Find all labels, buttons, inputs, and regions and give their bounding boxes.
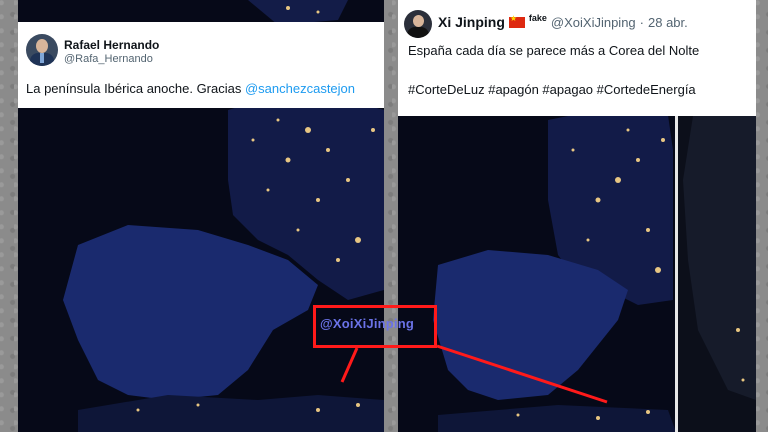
highlight-box xyxy=(313,305,437,348)
right-tweet-screenshot: Xi Jinping fake @XoiXiJinping · 28 abr. … xyxy=(398,0,756,432)
tweet-body: La península Ibérica anoche. Gracias xyxy=(26,81,245,96)
mention-link[interactable]: @sanchezcastejon xyxy=(245,81,355,96)
separator-dot: · xyxy=(639,14,644,30)
author-line: Xi Jinping fake @XoiXiJinping · 28 abr. xyxy=(438,13,688,30)
tweet-date[interactable]: 28 abr. xyxy=(648,15,688,30)
rafael-hernando-avatar[interactable] xyxy=(26,34,58,66)
xi-jinping-tweet[interactable]: Xi Jinping fake @XoiXiJinping · 28 abr. … xyxy=(398,0,756,116)
tweet-text: La península Ibérica anoche. Gracias @sa… xyxy=(26,81,355,96)
author-name[interactable]: Rafael Hernando xyxy=(64,38,159,52)
rafael-hernando-tweet[interactable]: Rafael Hernando @Rafa_Hernando La peníns… xyxy=(18,22,384,108)
china-flag-icon xyxy=(508,14,525,28)
author-handle[interactable]: @Rafa_Hernando xyxy=(64,53,153,65)
fake-label: fake xyxy=(528,13,547,23)
tweet-text: España cada día se parece más a Corea de… xyxy=(408,43,700,58)
xi-jinping-avatar[interactable] xyxy=(404,10,432,38)
author-name[interactable]: Xi Jinping xyxy=(438,14,505,30)
left-tweet-screenshot: Rafael Hernando @Rafa_Hernando La peníns… xyxy=(18,0,384,432)
tweet-hashtags[interactable]: #CorteDeLuz #apagón #apagao #CortedeEner… xyxy=(408,82,696,97)
author-handle[interactable]: @XoiXiJinping xyxy=(551,15,636,30)
